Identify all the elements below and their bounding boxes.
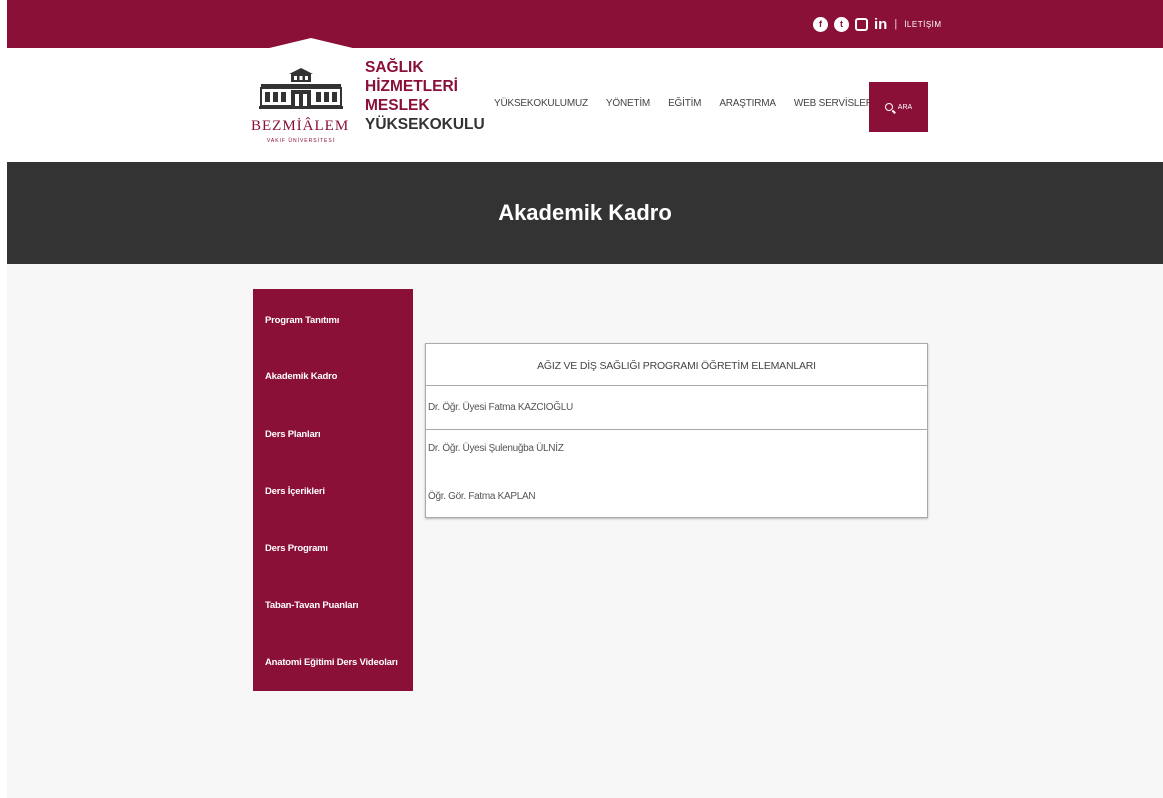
instagram-icon[interactable] <box>855 17 868 31</box>
table-row: Dr. Öğr. Üyesi Şulenuğba ÜLNİZ <box>428 443 564 454</box>
staff-table: AĞIZ VE DİŞ SAĞLIĞI PROGRAMI ÖĞRETİM ELE… <box>425 343 928 518</box>
facebook-icon[interactable]: f <box>813 16 828 32</box>
divider: | <box>894 18 898 30</box>
school-name-line4: YÜKSEKOKULU <box>365 116 485 133</box>
header-peak <box>261 38 361 50</box>
page-title-band: Akademik Kadro <box>7 162 1163 264</box>
school-name-line3: MESLEK <box>365 97 430 114</box>
sidebar: Program Tanıtımı Akademik Kadro Ders Pla… <box>253 289 413 691</box>
table-row: Öğr. Gör. Fatma KAPLAN <box>428 491 536 502</box>
logo-brand-text: BEZMİÂLEM <box>251 118 350 134</box>
sidebar-item-akademik-kadro[interactable]: Akademik Kadro <box>265 371 337 382</box>
school-name[interactable]: SAĞLIK HİZMETLERİ MESLEK YÜKSEKOKULU <box>365 58 485 134</box>
search-label: ARA <box>897 103 913 111</box>
header: BEZMİÂLEM VAKIF ÜNİVERSİTESİ SAĞLIK HİZM… <box>7 38 1163 162</box>
nav-item-arastirma[interactable]: ARAŞTIRMA <box>719 98 776 109</box>
sidebar-item-ders-icerikleri[interactable]: Ders İçerikleri <box>265 486 325 497</box>
table-header: AĞIZ VE DİŞ SAĞLIĞI PROGRAMI ÖĞRETİM ELE… <box>426 344 927 386</box>
university-logo[interactable]: BEZMİÂLEM VAKIF ÜNİVERSİTESİ <box>251 68 349 154</box>
sidebar-item-program-tanitimi[interactable]: Program Tanıtımı <box>265 315 339 326</box>
nav-item-yonetim[interactable]: YÖNETİM <box>606 98 650 109</box>
main-nav: YÜKSEKOKULUMUZ YÖNETİM EĞİTİM ARAŞTIRMA … <box>494 98 891 109</box>
sidebar-item-ders-planlari[interactable]: Ders Planları <box>265 429 321 440</box>
nav-item-yuksekokulumuz[interactable]: YÜKSEKOKULUMUZ <box>494 98 588 109</box>
school-name-line1: SAĞLIK <box>365 59 424 76</box>
table-row: Dr. Öğr. Üyesi Fatma KAZCIOĞLU <box>426 386 927 430</box>
twitter-icon[interactable]: t <box>834 16 849 32</box>
search-icon <box>884 103 893 111</box>
linkedin-icon[interactable]: in <box>874 16 887 33</box>
search-button[interactable]: ARA <box>869 82 928 132</box>
school-name-line2: HİZMETLERİ <box>365 78 458 95</box>
nav-item-egitim[interactable]: EĞİTİM <box>668 98 701 109</box>
page: f t in | İLETİŞİM BEZMİÂLEM VAKIF ÜNİVER… <box>7 0 1163 798</box>
top-bar: f t in | İLETİŞİM <box>7 0 1163 48</box>
social-links: f t in | İLETİŞİM <box>813 14 942 34</box>
logo-subtitle: VAKIF ÜNİVERSİTESİ <box>266 138 336 144</box>
contact-link[interactable]: İLETİŞİM <box>904 20 941 29</box>
sidebar-item-taban-tavan-puanlari[interactable]: Taban-Tavan Puanları <box>265 600 359 611</box>
nav-item-web-servisler[interactable]: WEB SERVİSLER <box>794 98 873 109</box>
page-title: Akademik Kadro <box>498 200 672 225</box>
building-icon <box>259 68 343 109</box>
sidebar-item-ders-programi[interactable]: Ders Programı <box>265 543 328 554</box>
sidebar-item-anatomi-videolari[interactable]: Anatomi Eğitimi Ders Videoları <box>265 657 398 668</box>
